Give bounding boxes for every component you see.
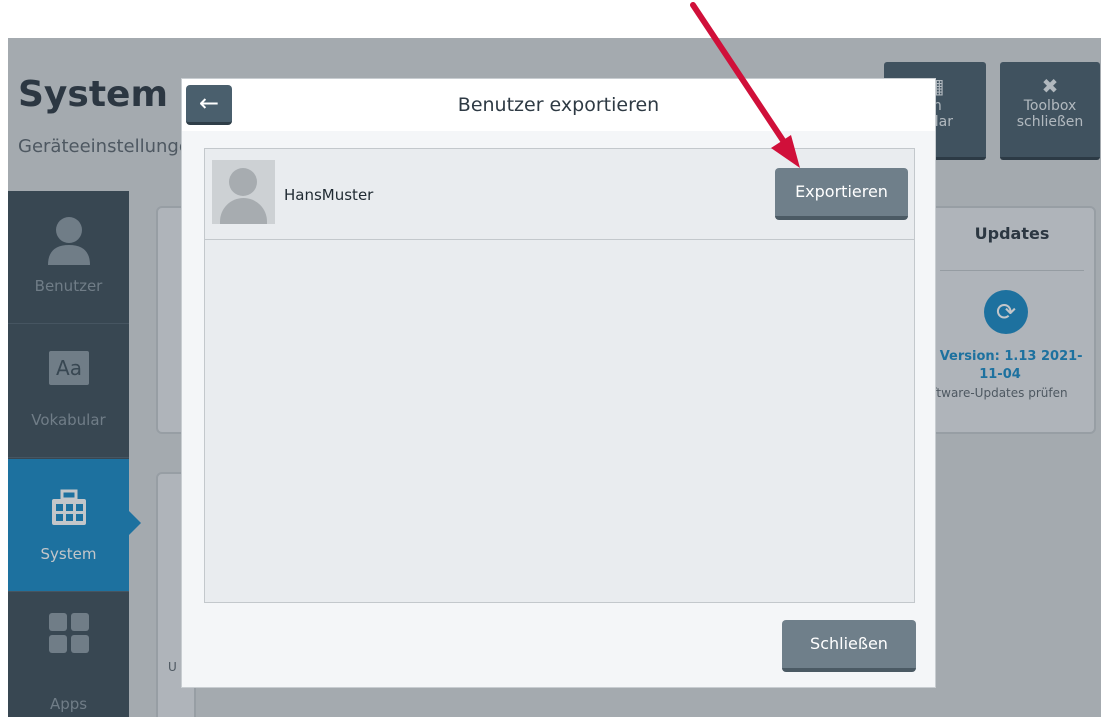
user-name: HansMuster [284, 186, 374, 204]
dialog-title: Benutzer exportieren [457, 94, 660, 116]
avatar [212, 160, 275, 224]
list-item: HansMuster Exportieren [205, 149, 914, 240]
export-users-dialog: ← Benutzer exportieren HansMuster Export… [181, 78, 936, 688]
close-button[interactable]: Schließen [782, 620, 916, 672]
export-button[interactable]: Exportieren [775, 168, 908, 220]
user-list: HansMuster Exportieren [204, 148, 915, 603]
dialog-header: ← Benutzer exportieren [182, 79, 935, 131]
